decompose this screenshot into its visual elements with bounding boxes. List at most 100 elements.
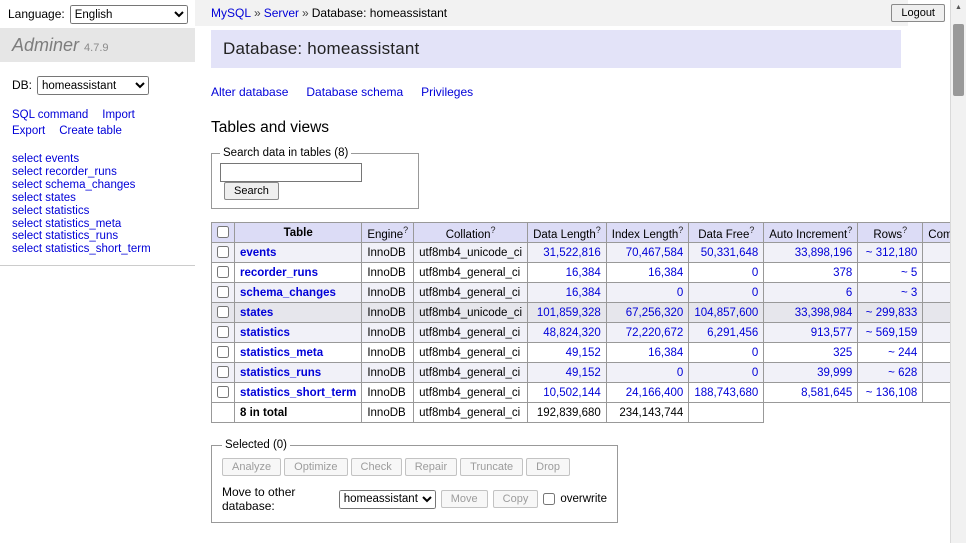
language-select[interactable]: English [70, 5, 188, 24]
truncate-button[interactable]: Truncate [460, 458, 523, 476]
breadcrumb-mysql[interactable]: MySQL [211, 6, 251, 20]
db-select[interactable]: homeassistant [37, 76, 149, 95]
db-link-alter-database[interactable]: Alter database [211, 85, 288, 99]
help-link[interactable]: ? [902, 225, 907, 235]
row-checkbox[interactable] [217, 346, 229, 358]
data-length-link[interactable]: 10,502,144 [543, 387, 601, 399]
table-link-schema-changes[interactable]: schema_changes [240, 287, 336, 299]
scrollbar[interactable]: ▲ [950, 0, 966, 543]
auto-increment-link[interactable]: 33,398,984 [795, 307, 853, 319]
index-length-link[interactable]: 0 [677, 287, 683, 299]
logout-button[interactable]: Logout [891, 4, 945, 22]
data-length-link[interactable]: 49,152 [566, 367, 601, 379]
data-free-link[interactable]: 50,331,648 [701, 247, 759, 259]
select-all-checkbox[interactable] [217, 226, 229, 238]
data-length-link[interactable]: 49,152 [566, 347, 601, 359]
sidebar-link-select-statistics-short-term[interactable]: select statistics_short_term [12, 243, 151, 255]
auto-increment-link[interactable]: 913,577 [811, 327, 853, 339]
data-length-link[interactable]: 48,824,320 [543, 327, 601, 339]
sidebar-link-select-statistics-runs[interactable]: select statistics_runs [12, 230, 118, 242]
row-checkbox[interactable] [217, 266, 229, 278]
auto-increment-link[interactable]: 8,581,645 [801, 387, 852, 399]
move-label: Move to other database: [222, 485, 334, 513]
help-link[interactable]: ? [596, 225, 601, 235]
breadcrumb-server[interactable]: Server [264, 6, 299, 20]
copy-button[interactable]: Copy [493, 490, 539, 508]
data-length-link[interactable]: 31,522,816 [543, 247, 601, 259]
optimize-button[interactable]: Optimize [284, 458, 347, 476]
auto-increment-link[interactable]: 39,999 [817, 367, 852, 379]
row-checkbox[interactable] [217, 366, 229, 378]
data-length-link[interactable]: 101,859,328 [537, 307, 601, 319]
sidebar-link-select-schema-changes[interactable]: select schema_changes [12, 179, 135, 191]
search-button[interactable]: Search [224, 182, 279, 200]
scrollbar-thumb[interactable] [953, 24, 964, 96]
auto-increment-link[interactable]: 325 [833, 347, 852, 359]
db-link-privileges[interactable]: Privileges [421, 85, 473, 99]
sidebar-link-select-statistics-meta[interactable]: select statistics_meta [12, 218, 121, 230]
index-length-link[interactable]: 72,220,672 [626, 327, 684, 339]
search-input[interactable] [220, 163, 362, 182]
row-checkbox[interactable] [217, 246, 229, 258]
sidebar-link-import[interactable]: Import [102, 109, 135, 121]
help-link[interactable]: ? [749, 225, 754, 235]
table-link-statistics-runs[interactable]: statistics_runs [240, 367, 321, 379]
data-free-link[interactable]: 0 [752, 287, 758, 299]
sidebar-link-select-statistics[interactable]: select statistics [12, 205, 89, 217]
auto-increment-link[interactable]: 6 [846, 287, 852, 299]
rows-link[interactable]: ~ 628 [888, 367, 917, 379]
rows-link[interactable]: ~ 312,180 [866, 247, 917, 259]
scroll-up-icon[interactable]: ▲ [951, 0, 966, 16]
rows-link[interactable]: ~ 5 [901, 267, 917, 279]
data-free-link[interactable]: 0 [752, 367, 758, 379]
move-button[interactable]: Move [441, 490, 488, 508]
sidebar-link-export[interactable]: Export [12, 125, 45, 137]
index-length-link[interactable]: 16,384 [648, 267, 683, 279]
data-free-link[interactable]: 6,291,456 [707, 327, 758, 339]
row-checkbox[interactable] [217, 326, 229, 338]
row-checkbox[interactable] [217, 386, 229, 398]
sidebar-link-select-states[interactable]: select states [12, 192, 76, 204]
overwrite-checkbox[interactable] [543, 493, 555, 505]
table-link-recorder-runs[interactable]: recorder_runs [240, 267, 318, 279]
auto-increment-link[interactable]: 33,898,196 [795, 247, 853, 259]
table-link-statistics[interactable]: statistics [240, 327, 290, 339]
row-checkbox[interactable] [217, 286, 229, 298]
index-length-link[interactable]: 16,384 [648, 347, 683, 359]
rows-link[interactable]: ~ 244 [888, 347, 917, 359]
rows-link[interactable]: ~ 136,108 [866, 387, 917, 399]
repair-button[interactable]: Repair [405, 458, 457, 476]
check-button[interactable]: Check [351, 458, 402, 476]
sidebar-link-select-events[interactable]: select events [12, 153, 79, 165]
sidebar-link-sql-command[interactable]: SQL command [12, 109, 88, 121]
table-link-events[interactable]: events [240, 247, 276, 259]
db-link-database-schema[interactable]: Database schema [306, 85, 403, 99]
index-length-link[interactable]: 67,256,320 [626, 307, 684, 319]
sidebar-link-create-table[interactable]: Create table [59, 125, 122, 137]
auto-increment-link[interactable]: 378 [833, 267, 852, 279]
data-free-link[interactable]: 188,743,680 [694, 387, 758, 399]
table-link-statistics-short-term[interactable]: statistics_short_term [240, 387, 356, 399]
table-link-states[interactable]: states [240, 307, 273, 319]
help-link[interactable]: ? [490, 225, 495, 235]
data-free-link[interactable]: 0 [752, 347, 758, 359]
help-link[interactable]: ? [678, 225, 683, 235]
index-length-link[interactable]: 0 [677, 367, 683, 379]
table-link-statistics-meta[interactable]: statistics_meta [240, 347, 323, 359]
data-free-link[interactable]: 0 [752, 267, 758, 279]
help-link[interactable]: ? [403, 225, 408, 235]
index-length-link[interactable]: 70,467,584 [626, 247, 684, 259]
rows-link[interactable]: ~ 3 [901, 287, 917, 299]
data-free-link[interactable]: 104,857,600 [694, 307, 758, 319]
analyze-button[interactable]: Analyze [222, 458, 281, 476]
data-length-link[interactable]: 16,384 [566, 287, 601, 299]
drop-button[interactable]: Drop [526, 458, 570, 476]
sidebar-link-select-recorder-runs[interactable]: select recorder_runs [12, 166, 117, 178]
data-length-link[interactable]: 16,384 [566, 267, 601, 279]
rows-link[interactable]: ~ 569,159 [866, 327, 917, 339]
move-database-select[interactable]: homeassistant [339, 490, 436, 509]
index-length-link[interactable]: 24,166,400 [626, 387, 684, 399]
row-checkbox[interactable] [217, 306, 229, 318]
rows-link[interactable]: ~ 299,833 [866, 307, 917, 319]
help-link[interactable]: ? [847, 225, 852, 235]
